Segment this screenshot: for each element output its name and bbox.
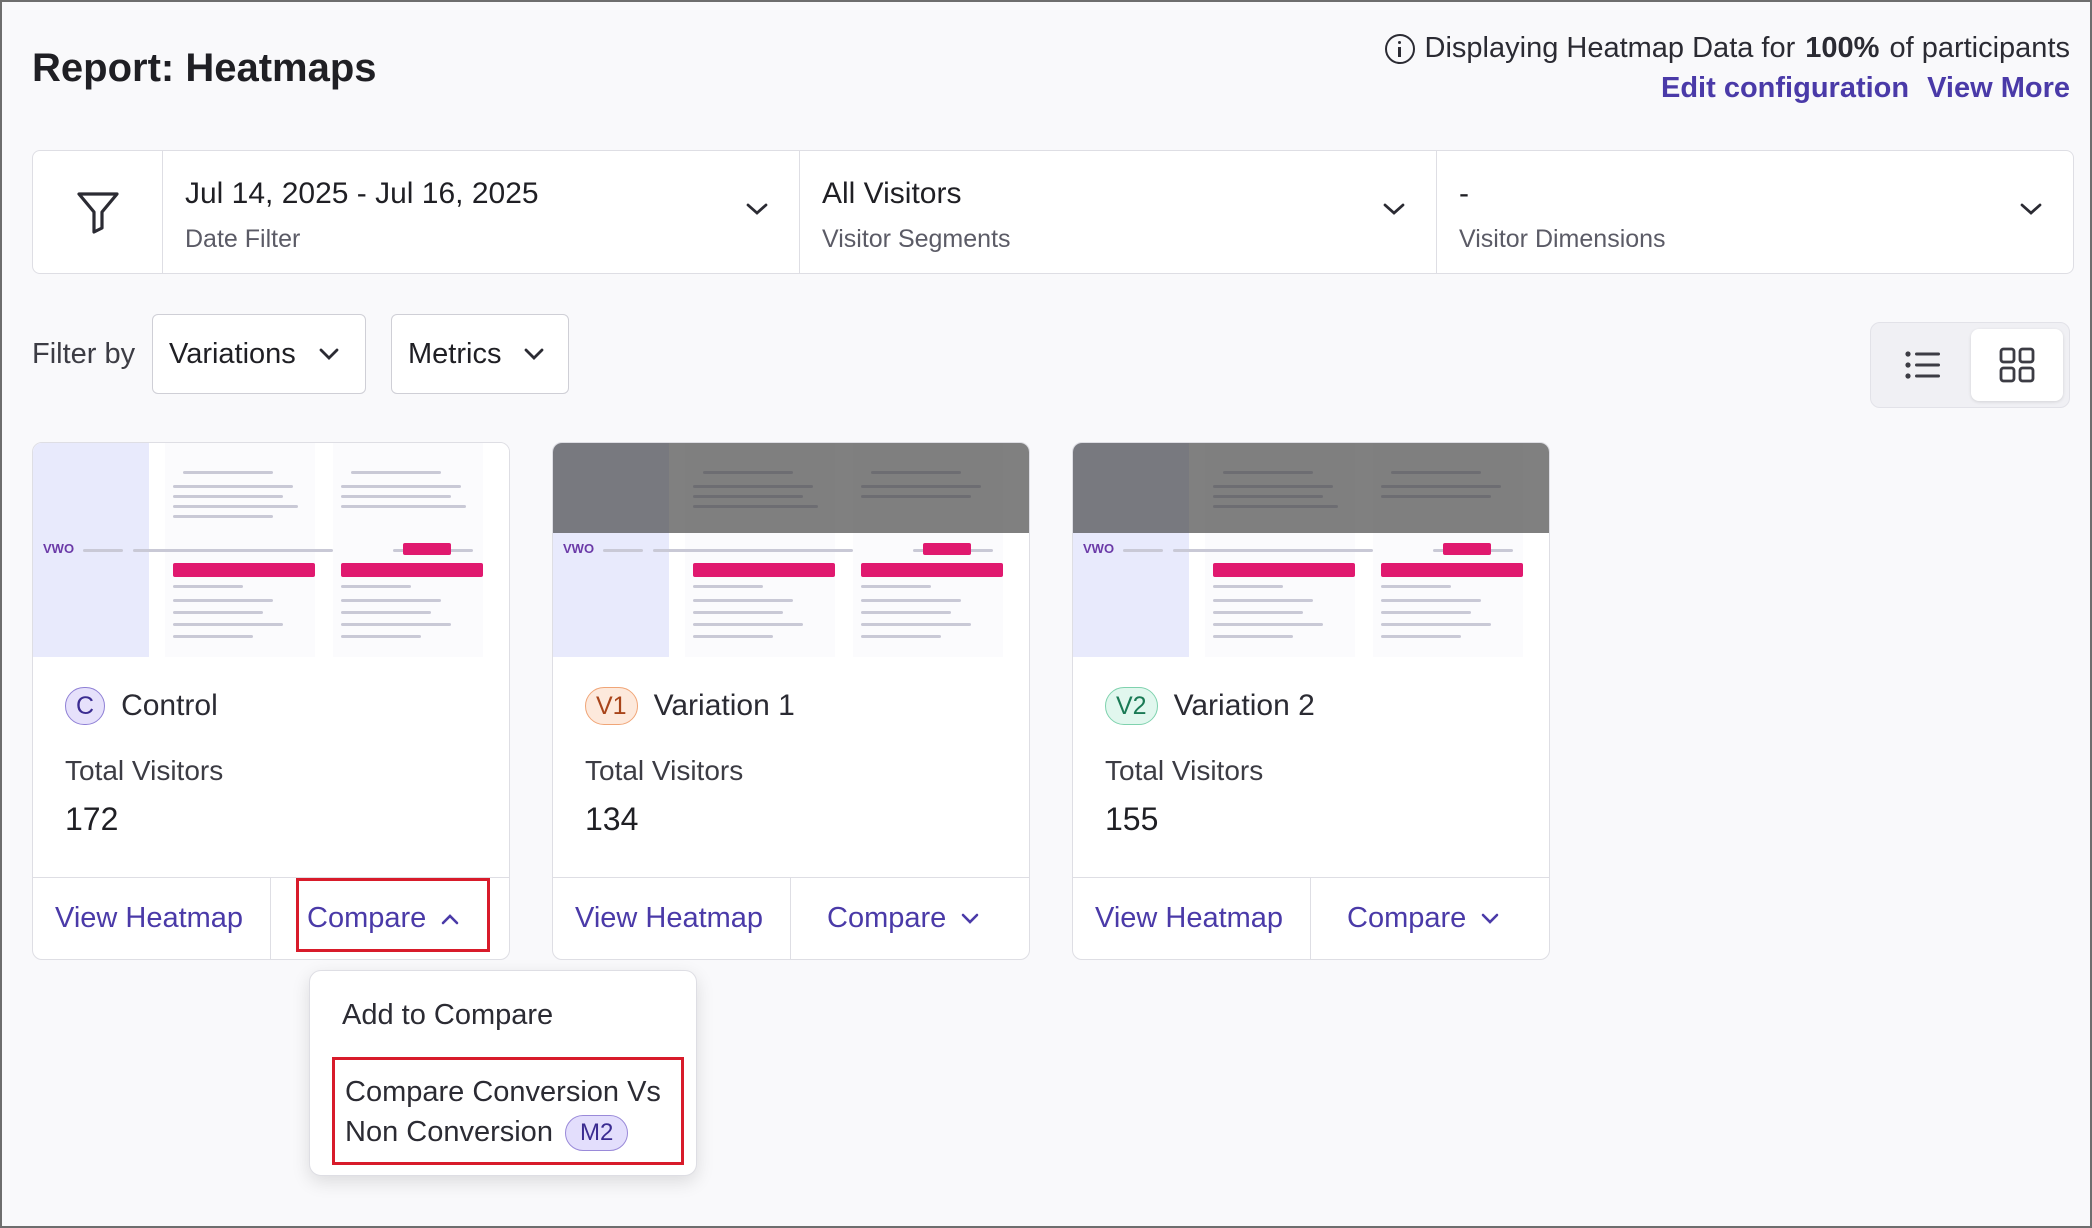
total-visitors-label: Total Visitors: [585, 755, 744, 786]
date-filter[interactable]: Jul 14, 2025 - Jul 16, 2025 Date Filter: [163, 151, 800, 273]
variation-title: V1 Variation 1: [585, 687, 795, 725]
grid-view-button[interactable]: [1971, 329, 2063, 401]
filter-bar: Jul 14, 2025 - Jul 16, 2025 Date Filter …: [32, 150, 2074, 274]
view-heatmap-button[interactable]: View Heatmap: [33, 878, 271, 959]
info-prefix: Displaying Heatmap Data for: [1424, 32, 1796, 64]
chevron-down-icon: [319, 348, 339, 360]
variation-title: C Control: [65, 687, 218, 725]
total-visitors-value: 134: [585, 801, 639, 837]
date-filter-value: Jul 14, 2025 - Jul 16, 2025: [185, 177, 539, 210]
filter-icon: [76, 192, 119, 234]
compare-highlight-box: [296, 878, 490, 952]
m2-badge: M2: [564, 1115, 629, 1152]
card-footer: View Heatmap Compare: [1073, 877, 1549, 959]
info-percent: 100%: [1805, 32, 1880, 64]
variation-name: Variation 2: [1173, 689, 1315, 722]
variation-name: Control: [121, 689, 218, 722]
visitor-segments-filter[interactable]: All Visitors Visitor Segments: [800, 151, 1437, 273]
view-toggle: [1870, 322, 2070, 408]
date-filter-label: Date Filter: [185, 225, 301, 253]
variation-title: V2 Variation 2: [1105, 687, 1315, 725]
variation-name: Variation 1: [653, 689, 795, 722]
compare-conversion-line-2: Non Conversion: [345, 1116, 553, 1148]
total-visitors-value: 172: [65, 801, 119, 837]
info-icon: [1384, 33, 1415, 64]
add-to-compare-item[interactable]: Add to Compare: [342, 999, 553, 1032]
heatmap-thumbnail[interactable]: VWO: [33, 443, 509, 657]
list-icon: [1905, 351, 1940, 379]
variation-2-badge: V2: [1105, 687, 1158, 725]
variation-card-variation-1: VWO V1 Variation 1 Total Visitors 134 Vi…: [552, 442, 1030, 960]
view-heatmap-button[interactable]: View Heatmap: [1073, 878, 1311, 959]
total-visitors-value: 155: [1105, 801, 1159, 837]
metrics-dropdown[interactable]: Metrics: [391, 314, 569, 394]
heatmap-thumbnail[interactable]: VWO: [553, 443, 1029, 657]
grid-icon: [1999, 347, 2035, 383]
variations-dropdown-label: Variations: [169, 337, 296, 370]
visitor-segments-label: Visitor Segments: [822, 225, 1011, 253]
variations-dropdown[interactable]: Variations: [152, 314, 366, 394]
view-heatmap-button[interactable]: View Heatmap: [553, 878, 791, 959]
info-suffix: of participants: [1889, 32, 2070, 64]
control-badge: C: [65, 687, 106, 725]
compare-menu: Add to Compare Compare Conversion Vs Non…: [309, 970, 697, 1176]
compare-conversion-line-1: Compare Conversion Vs: [345, 1076, 661, 1108]
variation-1-badge: V1: [585, 687, 638, 725]
compare-label: Compare: [827, 902, 947, 934]
page-title: Report: Heatmaps: [32, 46, 377, 90]
chevron-down-icon: [746, 203, 768, 215]
vwo-logo: VWO: [43, 541, 75, 556]
vwo-logo: VWO: [1083, 541, 1115, 556]
visitor-dimensions-filter[interactable]: - Visitor Dimensions: [1437, 151, 2073, 273]
chevron-down-icon: [2020, 203, 2042, 215]
total-visitors-label: Total Visitors: [1105, 755, 1264, 786]
card-footer: View Heatmap Compare: [553, 877, 1029, 959]
chevron-down-icon: [1481, 913, 1499, 924]
variation-card-variation-2: VWO V2 Variation 2 Total Visitors 155 Vi…: [1072, 442, 1550, 960]
compare-label: Compare: [1347, 902, 1467, 934]
filter-icon-cell[interactable]: [33, 151, 163, 273]
edit-configuration-link[interactable]: Edit configuration: [1661, 72, 1909, 105]
heatmap-thumbnail[interactable]: VWO: [1073, 443, 1549, 657]
visitor-dimensions-value: -: [1459, 177, 1469, 210]
metrics-dropdown-label: Metrics: [408, 337, 502, 370]
total-visitors-label: Total Visitors: [65, 755, 224, 786]
vwo-logo: VWO: [563, 541, 595, 556]
chevron-down-icon: [961, 913, 979, 924]
visitor-segments-value: All Visitors: [822, 177, 962, 210]
list-view-button[interactable]: [1877, 329, 1969, 401]
compare-conversion-item[interactable]: Compare Conversion Vs Non Conversion M2: [332, 1057, 684, 1165]
visitor-dimensions-label: Visitor Dimensions: [1459, 225, 1666, 253]
filter-by-label: Filter by: [32, 338, 136, 370]
compare-button[interactable]: Compare: [1311, 878, 1549, 959]
chevron-down-icon: [1383, 203, 1405, 215]
heatmap-data-info: Displaying Heatmap Data for 100% of part…: [1384, 32, 2070, 65]
header-links: Edit configuration View More: [1661, 72, 2070, 105]
compare-button[interactable]: Compare: [791, 878, 1029, 959]
view-more-link[interactable]: View More: [1927, 72, 2070, 105]
chevron-down-icon: [525, 348, 544, 360]
